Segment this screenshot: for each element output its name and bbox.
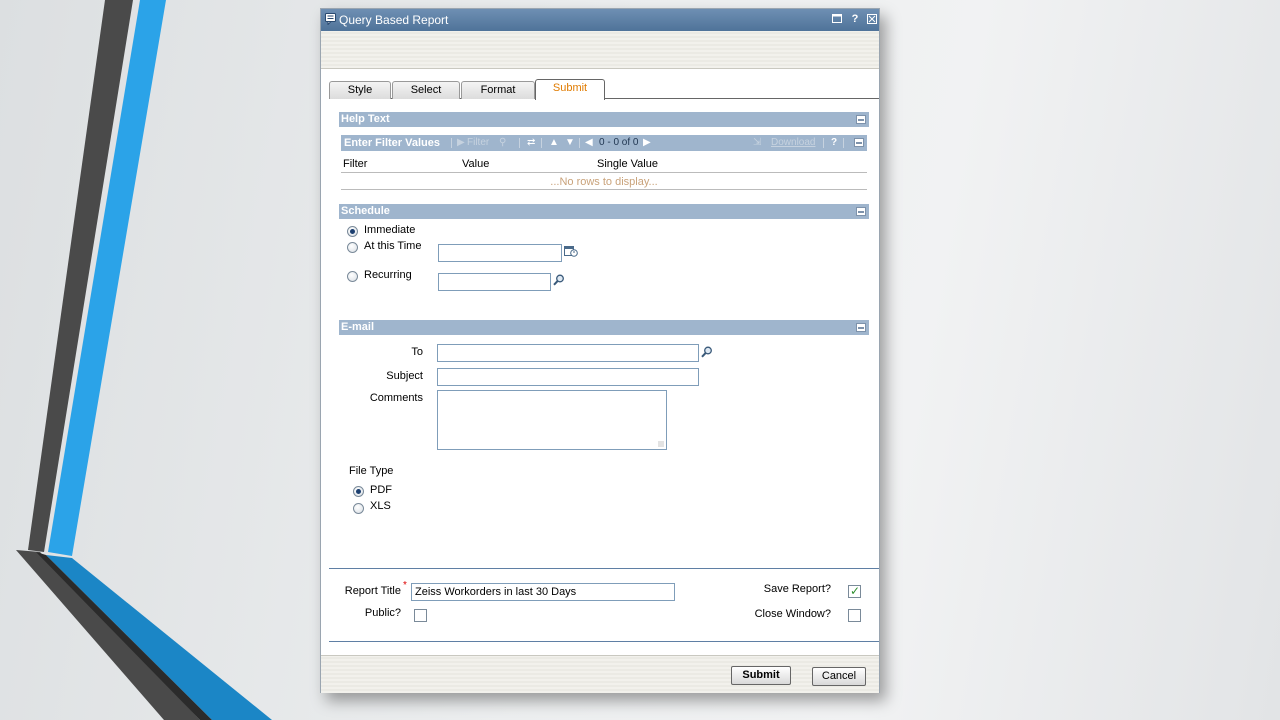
immediate-radio[interactable] bbox=[347, 226, 358, 237]
collapse-icon[interactable] bbox=[854, 138, 864, 147]
search-icon[interactable] bbox=[553, 274, 565, 286]
download-link[interactable]: Download bbox=[771, 135, 815, 151]
save-report-label: Save Report? bbox=[763, 583, 831, 595]
email-section-header: E-mail bbox=[339, 320, 869, 335]
report-app-icon bbox=[325, 13, 336, 25]
email-title: E-mail bbox=[341, 321, 375, 333]
filter-play-icon[interactable]: ▶ bbox=[457, 135, 465, 151]
pdf-label: PDF bbox=[370, 484, 392, 496]
query-report-dialog: Query Based Report ? Style Select Format… bbox=[320, 8, 880, 693]
toolbar-band bbox=[321, 31, 879, 69]
tab-strip: Style Select Format Submit bbox=[329, 79, 879, 100]
public-label: Public? bbox=[364, 607, 401, 619]
recurring-input[interactable] bbox=[438, 273, 551, 291]
email-to-input[interactable] bbox=[437, 344, 699, 362]
comments-textarea[interactable] bbox=[437, 390, 667, 450]
at-this-time-label: At this Time bbox=[364, 240, 422, 252]
file-type-label: File Type bbox=[349, 465, 394, 477]
recurring-label: Recurring bbox=[364, 269, 412, 281]
submit-button[interactable]: Submit bbox=[731, 666, 791, 685]
comments-label: Comments bbox=[369, 392, 423, 404]
column-header-filter[interactable]: Filter bbox=[343, 158, 367, 170]
refresh-icon[interactable]: ⇄ bbox=[527, 135, 535, 151]
window-restore-icon[interactable] bbox=[831, 12, 843, 26]
export-icon[interactable]: ⇲ bbox=[753, 135, 761, 151]
binoculars-icon[interactable]: ⚲ bbox=[499, 135, 506, 151]
cancel-button[interactable]: Cancel bbox=[812, 667, 866, 686]
save-report-checkbox[interactable]: ✓ bbox=[848, 585, 861, 598]
collapse-icon[interactable] bbox=[856, 207, 866, 216]
tab-style[interactable]: Style bbox=[329, 81, 391, 99]
slide-stripe-dark-bottom bbox=[16, 550, 200, 720]
help-icon[interactable]: ? bbox=[849, 12, 861, 26]
recurring-radio[interactable] bbox=[347, 271, 358, 282]
schedule-title: Schedule bbox=[341, 205, 390, 217]
collapse-icon[interactable] bbox=[856, 323, 866, 332]
report-title-input[interactable] bbox=[411, 583, 675, 601]
schedule-time-input[interactable] bbox=[438, 244, 562, 262]
xls-label: XLS bbox=[370, 500, 391, 512]
help-text-section-header: Help Text bbox=[339, 112, 869, 127]
filter-title: Enter Filter Values bbox=[344, 137, 440, 149]
report-title-label: Report Title bbox=[344, 585, 401, 597]
dialog-footer: Submit Cancel bbox=[321, 655, 879, 693]
dialog-title: Query Based Report bbox=[339, 13, 449, 27]
filter-button[interactable]: Filter bbox=[467, 135, 489, 151]
close-window-checkbox[interactable] bbox=[848, 609, 861, 622]
tab-submit[interactable]: Submit bbox=[535, 79, 605, 100]
empty-grid-message: ...No rows to display... bbox=[341, 174, 867, 190]
pdf-radio[interactable] bbox=[353, 486, 364, 497]
tab-format[interactable]: Format bbox=[461, 81, 535, 99]
close-window-label: Close Window? bbox=[754, 608, 831, 620]
at-this-time-radio[interactable] bbox=[347, 242, 358, 253]
sort-up-icon[interactable]: ▲ bbox=[549, 135, 559, 151]
toolbar-divider bbox=[823, 138, 824, 148]
collapse-icon[interactable] bbox=[856, 115, 866, 124]
schedule-section-header: Schedule bbox=[339, 204, 869, 219]
close-icon[interactable] bbox=[866, 12, 878, 26]
xls-radio[interactable] bbox=[353, 503, 364, 514]
pager-text: 0 - 0 of 0 bbox=[599, 137, 639, 148]
toolbar-divider bbox=[579, 138, 580, 148]
checkmark-icon: ✓ bbox=[850, 584, 861, 598]
to-label: To bbox=[411, 346, 423, 358]
resize-grip-icon[interactable] bbox=[658, 441, 664, 447]
next-page-icon[interactable]: ▶ bbox=[643, 135, 651, 151]
public-checkbox[interactable] bbox=[414, 609, 427, 622]
column-header-value[interactable]: Value bbox=[462, 158, 489, 170]
toolbar-divider bbox=[843, 138, 844, 148]
required-asterisk: * bbox=[403, 580, 407, 591]
toolbar-divider bbox=[519, 138, 520, 148]
toolbar-divider bbox=[541, 138, 542, 148]
filter-toolbar: Enter Filter Values ▶ Filter ⚲ ⇄ ▲ ▼ ◀ 0… bbox=[341, 135, 867, 151]
filter-grid-header: Filter Value Single Value bbox=[341, 155, 867, 173]
tab-select[interactable]: Select bbox=[392, 81, 460, 99]
help-text-title: Help Text bbox=[341, 113, 390, 125]
divider bbox=[329, 568, 879, 569]
calendar-clock-icon[interactable] bbox=[564, 245, 578, 257]
column-header-single-value[interactable]: Single Value bbox=[597, 158, 658, 170]
grid-help-icon[interactable]: ? bbox=[831, 135, 837, 151]
subject-label: Subject bbox=[386, 370, 423, 382]
search-icon[interactable] bbox=[701, 346, 713, 358]
toolbar-divider bbox=[451, 138, 452, 148]
immediate-label: Immediate bbox=[364, 224, 416, 236]
divider bbox=[329, 641, 879, 642]
sort-down-icon[interactable]: ▼ bbox=[565, 135, 575, 151]
subject-input[interactable] bbox=[437, 368, 699, 386]
dialog-titlebar: Query Based Report ? bbox=[321, 9, 879, 31]
prev-page-icon[interactable]: ◀ bbox=[585, 135, 593, 151]
slide-stripe-shadow bbox=[36, 552, 212, 720]
